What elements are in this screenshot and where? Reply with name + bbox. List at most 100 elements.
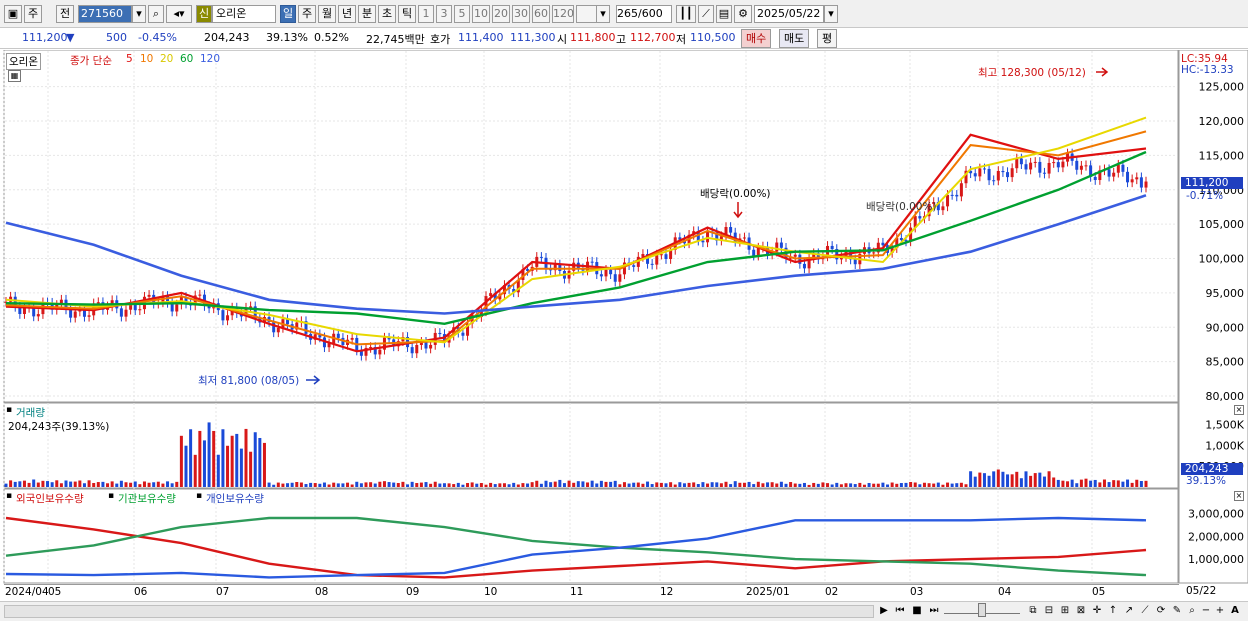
holdings-collapse-icon[interactable]: ▪ [6, 491, 12, 501]
volume-bar [106, 483, 110, 487]
stock-label: 오리온 [6, 53, 41, 70]
period-minute[interactable]: 분 [358, 5, 376, 23]
volume-bar [696, 484, 700, 487]
volume-bar [530, 482, 534, 487]
period-month[interactable]: 월 [318, 5, 336, 23]
volume-bar [359, 483, 363, 487]
volume-bar [526, 483, 530, 487]
minute-1[interactable]: 1 [418, 5, 434, 23]
layout-icon[interactable]: ▣ [4, 5, 22, 23]
sell-button[interactable]: 매도 [779, 29, 810, 48]
zoom-out-icon[interactable]: − [1200, 604, 1212, 619]
minute-10[interactable]: 10 [472, 5, 490, 23]
compare-icon[interactable]: ⊠ [1074, 604, 1088, 619]
trade-amount: 22,745백만 [366, 33, 425, 46]
edit-icon[interactable]: ✎ [1170, 604, 1184, 619]
minute-120[interactable]: 120 [552, 5, 574, 23]
table-icon[interactable]: ▦ [8, 70, 21, 82]
volume-collapse-icon[interactable]: ▪ [6, 405, 12, 415]
price-tick-label: 80,000 [1206, 390, 1245, 403]
candle-type-icon[interactable]: ┃┃ [676, 5, 696, 23]
up-icon[interactable]: ↑ [1106, 604, 1120, 619]
stock-name-field[interactable]: 오리온 [212, 5, 276, 23]
period-year[interactable]: 년 [338, 5, 356, 23]
auto-scale-icon[interactable]: A [1228, 604, 1242, 619]
candle-body [1033, 161, 1037, 163]
stop-icon[interactable]: ■ [910, 604, 924, 619]
minute-20[interactable]: 20 [492, 5, 510, 23]
volume-bar [950, 483, 954, 487]
volume-bar [590, 480, 594, 487]
candle-body [410, 347, 414, 354]
chevron-down-icon[interactable]: ▾ [596, 5, 610, 23]
period-second[interactable]: 초 [378, 5, 396, 23]
holdings-legend-foreign: 외국인보유수량 [16, 493, 84, 505]
type-button[interactable]: 주 [24, 5, 42, 23]
count-input[interactable]: 265 [616, 5, 638, 23]
period-tick[interactable]: 틱 [398, 5, 416, 23]
volume-bar [92, 483, 96, 487]
candle-body [198, 294, 202, 296]
volume-bar [581, 481, 585, 487]
minute-30[interactable]: 30 [512, 5, 530, 23]
jeon-button[interactable]: 전 [56, 5, 74, 23]
minute-5[interactable]: 5 [454, 5, 470, 23]
candle-body [946, 194, 950, 207]
x-label-4: 08 [315, 586, 329, 598]
scroll-right-icon[interactable]: ▶ [878, 604, 890, 619]
crosshair-icon[interactable]: ✛ [1090, 604, 1104, 619]
code-input[interactable]: 271560 [78, 5, 132, 23]
angle-icon[interactable]: ⟋ [1138, 604, 1152, 619]
save-icon[interactable]: ▤ [716, 5, 732, 23]
volume-bar [78, 480, 82, 487]
dividend-annotation: 배당락(0.00%) [700, 188, 771, 200]
first-page-icon[interactable]: ⏮ [893, 604, 907, 619]
draw-tool-icon[interactable]: ⟋ [698, 5, 714, 23]
candle-body [987, 168, 991, 181]
holdings-close-icon[interactable]: × [1234, 491, 1244, 501]
search-icon-bottom[interactable]: ⌕ [1186, 604, 1198, 619]
window-icon[interactable]: ⧉ [1026, 604, 1040, 619]
hc-label: HC:-13.33 [1181, 64, 1234, 76]
volume-bar [470, 482, 474, 487]
volume-bar [212, 430, 216, 487]
volume-bar [1019, 478, 1023, 487]
volume-bar [839, 484, 843, 487]
volume-bar [170, 483, 174, 487]
sound-icon[interactable]: ◂▾ [166, 5, 192, 23]
zoom-slider-thumb[interactable] [978, 603, 986, 617]
volume-bar [239, 448, 243, 487]
volume-close-icon[interactable]: × [1234, 405, 1244, 415]
last-page-icon[interactable]: ⏭ [927, 604, 941, 619]
volume-bar [719, 483, 723, 487]
bid-price: 111,300 [510, 31, 556, 44]
scrollbar-track[interactable] [4, 605, 874, 618]
volume-bar [895, 483, 899, 487]
volume-bar [466, 483, 470, 487]
trend-icon[interactable]: ↗ [1122, 604, 1136, 619]
candle-body [1144, 181, 1148, 188]
avg-button[interactable]: 평 [817, 29, 838, 48]
minute-3[interactable]: 3 [436, 5, 452, 23]
gear-icon[interactable]: ⚙ [734, 5, 752, 23]
calendar-dropdown-icon[interactable]: ▾ [824, 5, 838, 23]
period-day[interactable]: 일 [280, 5, 296, 23]
candle-body [1107, 169, 1111, 177]
volume-bar [1093, 479, 1097, 487]
layout-split-icon[interactable]: ⊟ [1042, 604, 1056, 619]
volume-bar [1107, 482, 1111, 487]
buy-button[interactable]: 매수 [741, 29, 772, 48]
volume-bar [258, 437, 262, 487]
volume-bar [627, 483, 631, 487]
period-week[interactable]: 주 [298, 5, 316, 23]
zoom-in-icon[interactable]: + [1214, 604, 1226, 619]
volume-bar [244, 428, 248, 487]
minute-60[interactable]: 60 [532, 5, 550, 23]
search-icon[interactable]: ⌕ [148, 5, 164, 23]
volume-bar [779, 481, 783, 487]
date-input[interactable]: 2025/05/22 [754, 5, 824, 23]
dropdown-icon[interactable]: ▾ [132, 5, 146, 23]
volume-bar [115, 483, 119, 487]
grid-icon[interactable]: ⊞ [1058, 604, 1072, 619]
refresh-icon[interactable]: ⟳ [1154, 604, 1168, 619]
